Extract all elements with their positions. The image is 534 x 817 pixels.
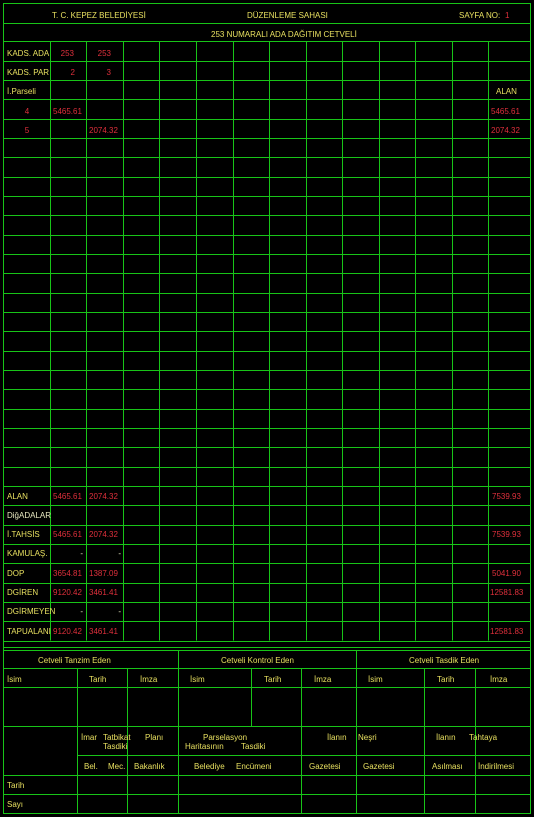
group-heading: Cetveli Tasdik Eden: [409, 656, 480, 665]
asilmasi-label: Asılması: [432, 762, 463, 771]
summary-label: DOP: [7, 569, 25, 578]
column-heading: İmza: [140, 675, 158, 684]
gazetesi-label: Gazetesi: [363, 762, 395, 771]
page-title: 253 NUMARALI ADA DAĞITIM CETVELİ: [211, 30, 357, 39]
summary-value: 9120.42: [53, 588, 82, 597]
summary-value: 5465.61: [53, 530, 82, 539]
summary-label: DiğADALAR: [7, 511, 52, 520]
summary-label: ALAN: [7, 492, 28, 501]
group-heading: Cetveli Kontrol Eden: [221, 656, 294, 665]
bel-label: Bel.: [84, 762, 98, 771]
haritasinin-label: Haritasının: [185, 742, 224, 751]
summary-value: -: [118, 549, 121, 558]
distribution-sheet: T. C. KEPEZ BELEDİYESİ DÜZENLEME SAHASI …: [0, 0, 534, 817]
parcel-no: 4: [24, 107, 30, 116]
column-heading: İmza: [490, 675, 508, 684]
column-heading: Tarih: [89, 675, 107, 684]
summary-value: 1387.09: [89, 569, 118, 578]
group-heading: Cetveli Tanzim Eden: [38, 656, 111, 665]
summary-value: 5465.61: [53, 492, 82, 501]
summary-total: 7539.93: [492, 530, 521, 539]
table-grid: [3, 3, 531, 814]
summary-value: -: [80, 607, 83, 616]
summary-total: 12581.83: [490, 627, 524, 636]
summary-label: DGİRMEYEN: [7, 607, 56, 616]
kads-ada-value: 253: [60, 49, 74, 58]
tahtaya-label: Tahtaya: [469, 733, 498, 742]
kads-par-label: KADS. PAR: [7, 68, 50, 77]
parcel-area: 2074.32: [491, 126, 520, 135]
column-heading: İsim: [190, 675, 205, 684]
parcel-value: 5465.61: [53, 107, 82, 116]
summary-label: İ.TAHSİS: [7, 530, 40, 539]
plani-label: Planı: [145, 733, 164, 742]
area-name: DÜZENLEME SAHASI: [247, 11, 328, 20]
imar-label: İmar: [81, 733, 97, 742]
summary-value: 2074.32: [89, 530, 118, 539]
column-heading: İsim: [368, 675, 383, 684]
iparseli-label: İ.Parseli: [7, 87, 36, 96]
column-heading: Tarih: [437, 675, 455, 684]
page-number: 1: [505, 11, 510, 20]
mec-label: Mec.: [108, 762, 126, 771]
parcel-value: 2074.32: [89, 126, 118, 135]
summary-value: 9120.42: [53, 627, 82, 636]
summary-total: 5041.90: [492, 569, 521, 578]
parcel-no: 5: [24, 126, 30, 135]
tarih-label: Tarih: [7, 781, 25, 790]
institution-name: T. C. KEPEZ BELEDİYESİ: [52, 11, 146, 20]
tasdiki-label: Tasdiki: [103, 742, 128, 751]
summary-value: 3461.41: [89, 627, 118, 636]
summary-label: TAPUALANI: [7, 627, 51, 636]
summary-value: 2074.32: [89, 492, 118, 501]
encumeni-label: Encümeni: [236, 762, 272, 771]
bakanlik-label: Bakanlık: [134, 762, 165, 771]
gazetesi-label: Gazetesi: [309, 762, 341, 771]
belediye-label: Belediye: [194, 762, 225, 771]
column-heading: İmza: [314, 675, 332, 684]
page-label: SAYFA NO:: [459, 11, 501, 20]
summary-total: 7539.93: [492, 492, 521, 501]
parcel-area: 5465.61: [491, 107, 520, 116]
summary-label: DGİREN: [7, 588, 39, 597]
alan-header: ALAN: [496, 87, 517, 96]
ilanin-label: İlanın: [327, 733, 347, 742]
summary-value: -: [80, 549, 83, 558]
kads-par-value: 2: [70, 68, 75, 77]
kads-ada-value: 253: [97, 49, 111, 58]
tasdiki-label: Tasdiki: [241, 742, 266, 751]
summary-label: KAMULAŞ.: [7, 549, 48, 558]
column-heading: İsim: [7, 675, 22, 684]
summary-value: 3654.81: [53, 569, 82, 578]
indirilmesi-label: İndirilmesi: [478, 762, 515, 771]
column-heading: Tarih: [264, 675, 282, 684]
kads-ada-label: KADS. ADA: [7, 49, 50, 58]
summary-value: 3461.41: [89, 588, 118, 597]
summary-value: -: [118, 607, 121, 616]
outer-frame: [3, 3, 531, 814]
kads-par-value: 3: [106, 68, 111, 77]
nesri-label: Neşri: [358, 733, 377, 742]
ilanin-label: İlanın: [436, 733, 456, 742]
sayi-label: Sayı: [7, 800, 24, 809]
summary-total: 12581.83: [490, 588, 524, 597]
